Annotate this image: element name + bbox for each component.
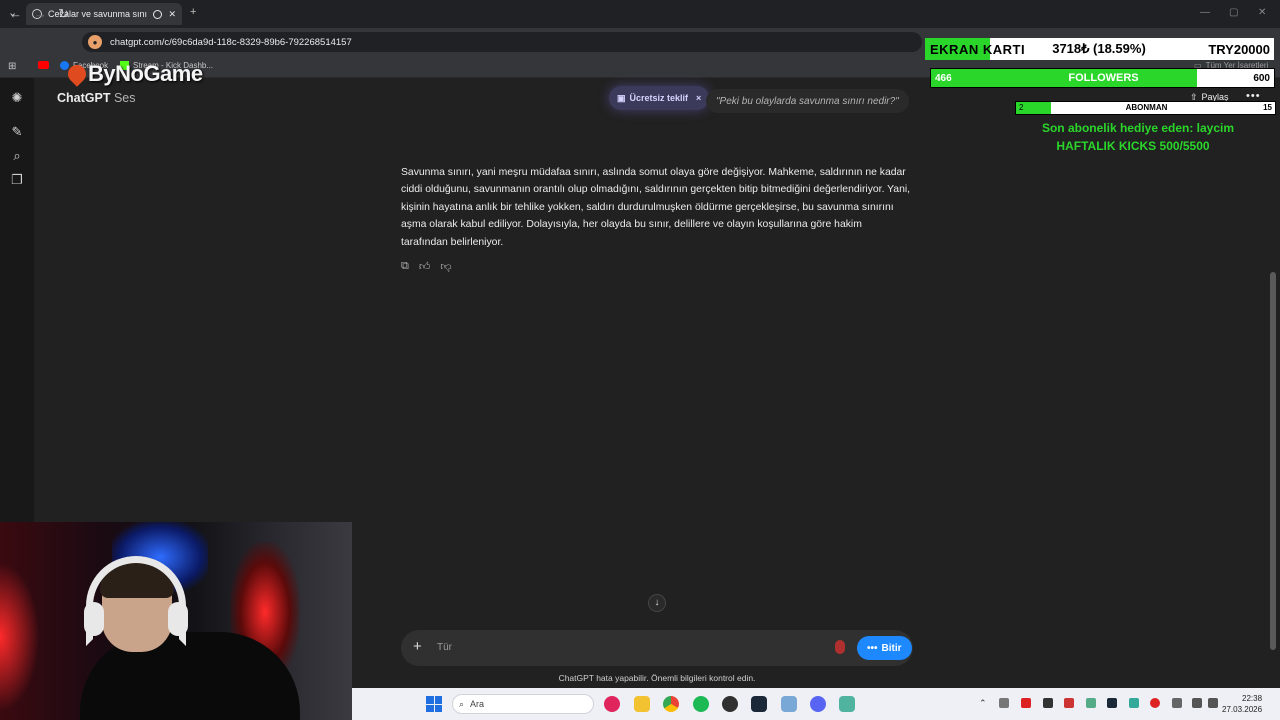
app-name: ChatGPT: [57, 91, 111, 105]
app-mode: Ses: [113, 91, 136, 105]
taskbar-search-label: Ara: [470, 699, 485, 709]
donation-goal-bar: EKRAN KARTI 3718₺ (18.59%) TRY20000: [925, 38, 1274, 60]
subscriber-goal-bar: 2 ABONMAN 15: [1015, 101, 1276, 115]
minimize-icon[interactable]: —: [1200, 7, 1210, 18]
discord-icon[interactable]: [810, 696, 826, 712]
donation-goal-target: TRY20000: [1208, 41, 1270, 57]
chrome-icon[interactable]: [663, 696, 679, 712]
new-chat-icon[interactable]: ✎: [10, 125, 24, 139]
chatgpt-logo-icon[interactable]: ✺: [10, 91, 24, 105]
taskbar-clock[interactable]: 22:38 27.03.2026: [1222, 693, 1262, 715]
composer[interactable]: + Tür ••• Bitir: [401, 630, 913, 666]
gift-icon: ▣: [617, 92, 626, 103]
tray-app-icon[interactable]: [1129, 698, 1139, 708]
add-attachment-icon[interactable]: +: [413, 638, 422, 655]
disclaimer: ChatGPT hata yapabilir. Önemli bilgileri…: [558, 673, 756, 683]
obs-icon[interactable]: [722, 696, 738, 712]
recording-icon: [153, 9, 163, 19]
clock-date: 27.03.2026: [1222, 705, 1263, 714]
followers-label: FOLLOWERS: [1068, 72, 1139, 84]
user-message-bubble: "Peki bu olaylarda savunma sınırı nedir?…: [706, 89, 909, 113]
spotify-icon[interactable]: [693, 696, 709, 712]
taskbar-search[interactable]: ⌕ Ara: [452, 694, 594, 714]
webcam-feed: [0, 522, 352, 720]
tray-app-icon[interactable]: [1086, 698, 1096, 708]
tab-close-icon[interactable]: ✕: [168, 9, 176, 20]
clock-time: 22:38: [1242, 694, 1263, 703]
media-player-icon[interactable]: [604, 696, 620, 712]
steam-tray-icon[interactable]: [1107, 698, 1117, 708]
thumbs-down-icon[interactable]: 👎︎: [440, 260, 451, 273]
address-bar[interactable]: ● chatgpt.com/c/69c6da9d-118c-8329-89b6-…: [82, 32, 922, 52]
offer-label: Ücretsiz teklif: [629, 93, 689, 103]
bynogame-logo: ByNoGame: [64, 61, 203, 87]
mic-muted-icon[interactable]: [835, 640, 845, 654]
last-gift-sub-text: Son abonelik hediye eden: laycim: [1041, 121, 1235, 135]
webcam-red-light-left: [0, 562, 40, 712]
maximize-icon[interactable]: ▢: [1229, 7, 1238, 18]
subscriber-max: 15: [1263, 103, 1272, 112]
window-close-icon[interactable]: ✕: [1258, 7, 1266, 18]
tray-app-icon[interactable]: [1064, 698, 1074, 708]
voice-dots-icon: •••: [867, 642, 878, 654]
headphone-cup-left: [84, 602, 104, 636]
followers-max: 600: [1253, 73, 1270, 84]
offer-close-icon[interactable]: ×: [696, 93, 701, 103]
tray-app-icon[interactable]: [1150, 698, 1160, 708]
app-title[interactable]: ChatGPT Ses: [57, 91, 136, 105]
settings-gear-icon[interactable]: [781, 696, 797, 712]
network-icon[interactable]: [1192, 698, 1202, 708]
youtube-icon: [38, 61, 49, 69]
scroll-down-button[interactable]: ↓: [648, 594, 666, 612]
url-text: chatgpt.com/c/69c6da9d-118c-8329-89b6-79…: [110, 36, 352, 48]
volume-icon[interactable]: [1208, 698, 1218, 708]
end-voice-button[interactable]: ••• Bitir: [857, 636, 912, 660]
user-message-text: "Peki bu olaylarda savunma sınırı nedir?…: [716, 95, 899, 107]
speaker-icon[interactable]: [999, 698, 1009, 708]
weekly-kicks-text: HAFTALIK KICKS 500/5500: [1056, 139, 1210, 153]
bookmark-youtube[interactable]: [38, 61, 49, 69]
donation-goal-label: EKRAN KARTI: [930, 41, 1026, 57]
mic-in-use-icon[interactable]: ●: [88, 35, 102, 49]
chatgpt-app-icon[interactable]: [839, 696, 855, 712]
reload-icon[interactable]: ↻: [58, 6, 69, 22]
message-actions: ⧉ 👍︎ 👎︎: [401, 260, 452, 273]
browser-tab[interactable]: Cezalar ve savunma sınırı ✕: [26, 3, 182, 25]
flame-logo-icon: [64, 61, 90, 87]
search-icon: ⌕: [459, 698, 465, 709]
donation-goal-value: 3718₺ (18.59%): [1052, 41, 1146, 56]
thumbs-up-icon[interactable]: 👍︎: [419, 260, 431, 273]
followers-goal-bar: 466 FOLLOWERS 600: [930, 68, 1275, 88]
new-tab-button[interactable]: +: [190, 6, 196, 18]
bynogame-logo-text: ByNoGame: [88, 61, 203, 86]
tray-app-icon[interactable]: [1043, 698, 1053, 708]
library-icon[interactable]: ❐: [10, 173, 24, 187]
assistant-message: Savunma sınırı, yani meşru müdafaa sınır…: [401, 167, 911, 248]
steam-icon[interactable]: [751, 696, 767, 712]
windows-start-icon[interactable]: [426, 696, 442, 712]
file-explorer-icon[interactable]: [634, 696, 650, 712]
apps-grid-icon[interactable]: ⊞: [8, 61, 16, 72]
scrollbar[interactable]: [1270, 272, 1276, 650]
composer-input[interactable]: Tür: [437, 642, 452, 653]
end-voice-label: Bitir: [881, 642, 902, 654]
tray-overflow-icon[interactable]: ⌃: [979, 698, 989, 708]
free-offer-pill[interactable]: ▣ Ücretsiz teklif ×: [609, 86, 710, 110]
search-icon[interactable]: ⌕: [10, 149, 24, 163]
tray-app-icon[interactable]: [1021, 698, 1031, 708]
headphone-cup-right: [168, 602, 188, 636]
copy-icon[interactable]: ⧉: [401, 260, 409, 273]
mic-tray-icon[interactable]: [1172, 698, 1182, 708]
subscriber-label: ABONMAN: [1125, 103, 1168, 112]
forward-icon[interactable]: →: [34, 6, 47, 21]
back-icon[interactable]: ←: [9, 6, 22, 21]
